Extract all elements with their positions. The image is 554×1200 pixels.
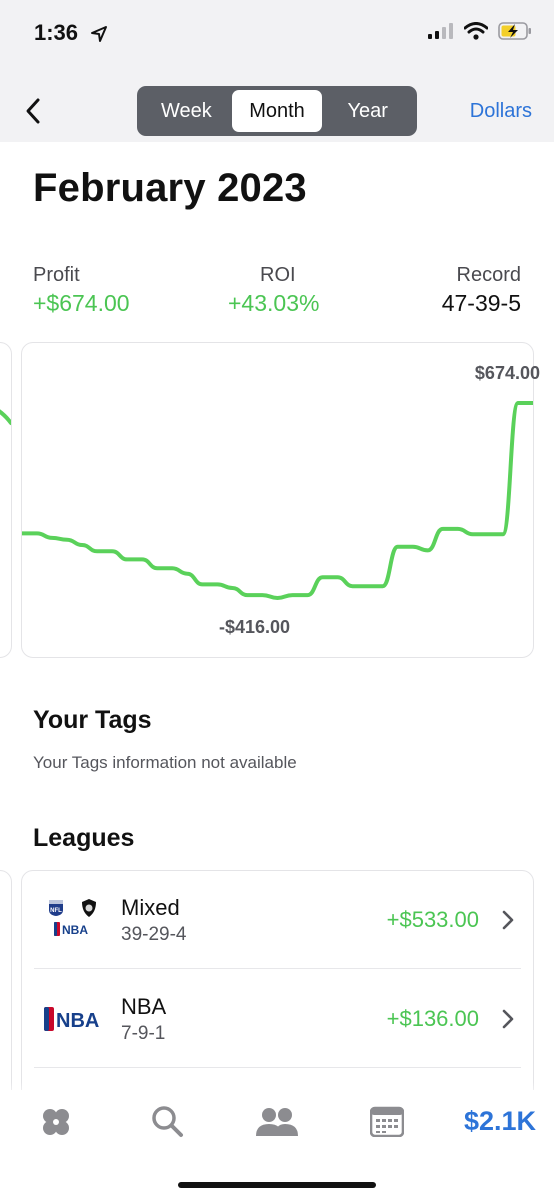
tags-section-title: Your Tags xyxy=(33,706,152,734)
chevron-right-icon xyxy=(502,1009,514,1029)
segment-week[interactable]: Week xyxy=(141,90,232,132)
previous-chart-card[interactable] xyxy=(0,342,12,658)
league-name: NBA xyxy=(121,994,167,1019)
league-name: Mixed xyxy=(121,895,180,920)
location-arrow-icon xyxy=(91,26,108,42)
league-record: 39-29-4 xyxy=(121,924,187,945)
nhl-logo-icon xyxy=(82,899,96,917)
profit-label: Profit xyxy=(33,264,80,286)
leagues-section-title: Leagues xyxy=(33,824,135,852)
home-indicator xyxy=(178,1182,376,1188)
row-divider xyxy=(34,968,521,969)
balance-tab[interactable]: $2.1K xyxy=(464,1106,536,1137)
record-value: 47-39-5 xyxy=(441,290,521,316)
wifi-icon xyxy=(464,22,488,40)
league-row-nba[interactable]: NBA NBA 7-9-1 +$136.00 xyxy=(22,970,533,1068)
profit-line-chart xyxy=(22,401,533,600)
league-profit: +$533.00 xyxy=(386,907,479,932)
profit-value: +$674.00 xyxy=(33,290,130,316)
league-record: 7-9-1 xyxy=(121,1023,166,1044)
people-icon[interactable] xyxy=(255,1106,299,1138)
segment-year[interactable]: Year xyxy=(322,90,413,132)
cellular-signal-icon xyxy=(428,23,453,39)
svg-text:NBA: NBA xyxy=(62,923,88,937)
roi-value: +43.03% xyxy=(228,290,320,316)
back-chevron-icon[interactable] xyxy=(22,96,46,126)
chart-max-label: $674.00 xyxy=(474,363,540,383)
status-time: 1:36 xyxy=(34,20,108,46)
page-title: February 2023 xyxy=(33,166,307,210)
clover-icon[interactable] xyxy=(38,1104,74,1140)
nba-logo-icon: NBA xyxy=(44,1007,99,1032)
svg-text:NBA: NBA xyxy=(56,1010,99,1032)
dollars-toggle-button[interactable]: Dollars xyxy=(470,100,532,123)
nfl-logo-icon: NFL xyxy=(49,900,63,916)
record-label: Record xyxy=(456,264,521,286)
profit-series-line xyxy=(22,401,533,600)
nba-logo-small-icon: NBA xyxy=(54,922,88,937)
calendar-icon[interactable] xyxy=(370,1105,404,1137)
roi-label: ROI xyxy=(260,264,296,286)
segment-month[interactable]: Month xyxy=(231,90,323,132)
search-icon[interactable] xyxy=(150,1104,184,1138)
status-indicators xyxy=(428,22,532,40)
league-profit: +$136.00 xyxy=(386,1006,479,1031)
profit-chart-card[interactable] xyxy=(21,342,534,658)
svg-text:NFL: NFL xyxy=(50,908,62,914)
period-segmented-control: Week Month Year xyxy=(137,86,417,136)
previous-leagues-card xyxy=(0,870,12,1102)
leagues-list: NFL NBA Mixed 39-29-4 +$533.00 NBA NBA 7… xyxy=(21,870,534,1112)
tags-empty-note: Your Tags information not available xyxy=(33,753,297,772)
chevron-right-icon xyxy=(502,910,514,930)
league-row-mixed[interactable]: NFL NBA Mixed 39-29-4 +$533.00 xyxy=(22,871,533,969)
row-divider xyxy=(34,1067,521,1068)
battery-charging-icon xyxy=(498,22,531,40)
chart-min-label: -$416.00 xyxy=(219,617,291,637)
